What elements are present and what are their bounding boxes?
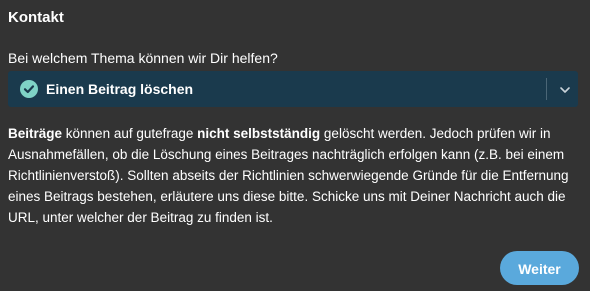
chevron-down-icon[interactable] bbox=[558, 83, 572, 95]
description-text-1: können auf gutefrage bbox=[62, 126, 198, 141]
description-bold-2: nicht selbstständig bbox=[197, 126, 321, 141]
topic-description: Beiträge können auf gutefrage nicht selb… bbox=[8, 123, 582, 228]
topic-select-value: Einen Beitrag löschen bbox=[46, 81, 194, 97]
check-circle-icon bbox=[20, 80, 38, 98]
contact-panel: Kontakt Bei welchem Thema können wir Dir… bbox=[0, 0, 590, 291]
topic-question-label: Bei welchem Thema können wir Dir helfen? bbox=[8, 50, 278, 66]
topic-select[interactable]: Einen Beitrag löschen bbox=[8, 71, 578, 107]
select-divider bbox=[546, 78, 547, 100]
continue-button[interactable]: Weiter bbox=[500, 251, 579, 285]
page-title: Kontakt bbox=[8, 9, 64, 26]
description-bold-1: Beiträge bbox=[8, 126, 63, 141]
